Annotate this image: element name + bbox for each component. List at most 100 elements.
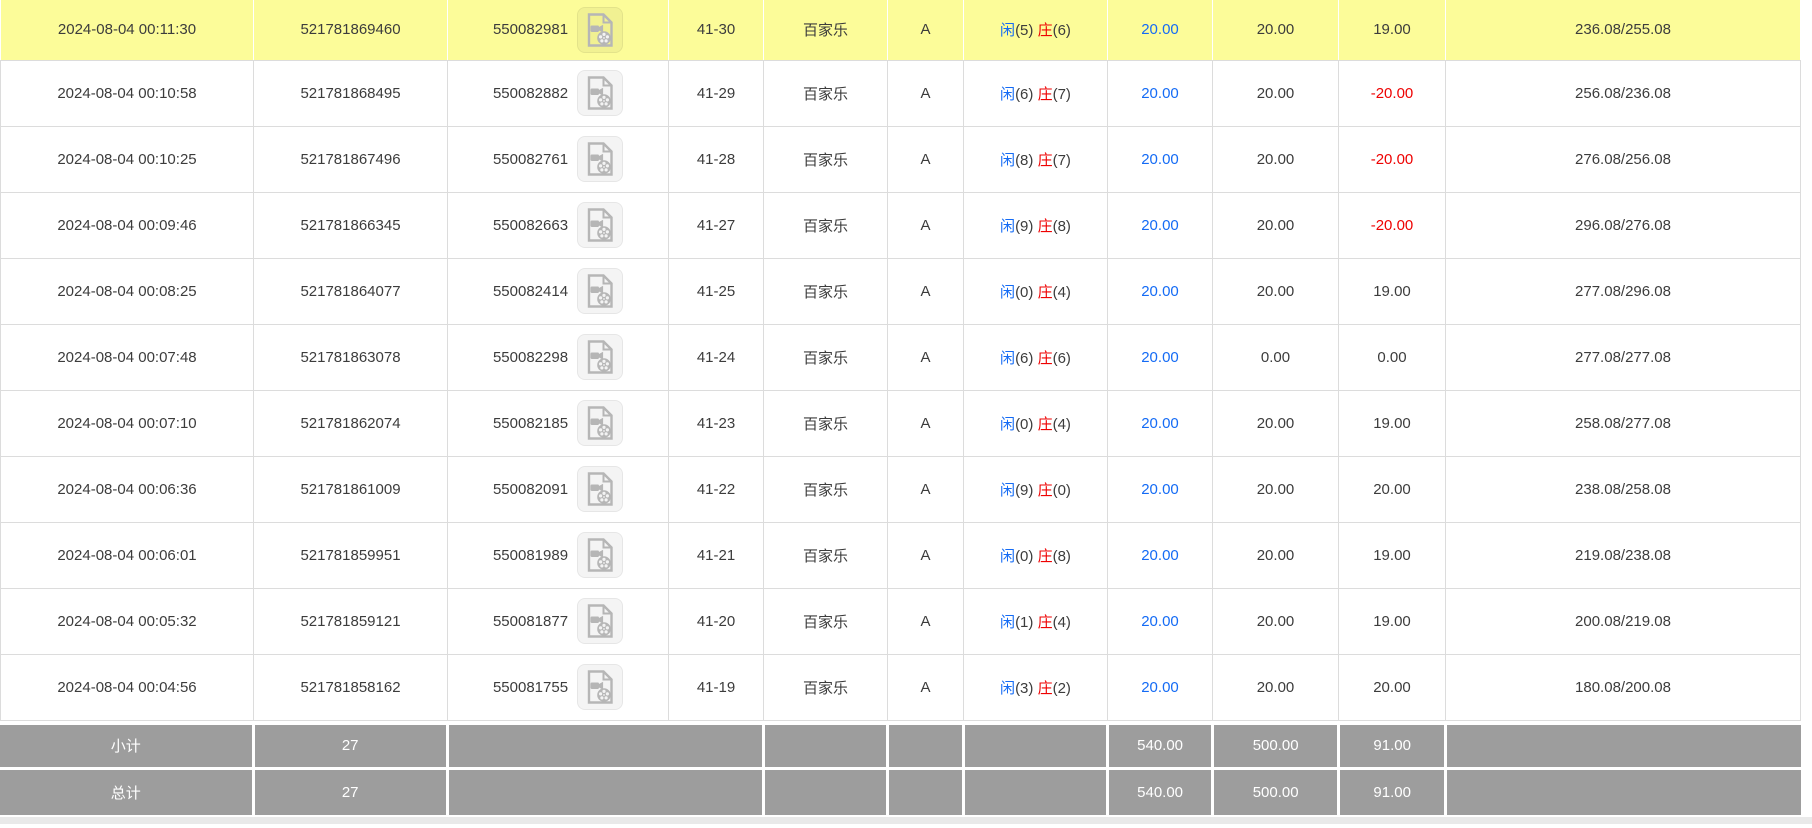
- round-id-wrap: 550082298: [448, 334, 668, 380]
- round-id-text: 550082663: [493, 217, 568, 234]
- video-replay-button[interactable]: [577, 70, 623, 116]
- table-row[interactable]: 2024-08-04 00:04:56 521781858162 5500817…: [1, 654, 1801, 720]
- table-row[interactable]: 2024-08-04 00:10:58 521781868495 5500828…: [1, 60, 1801, 126]
- cell-bet-time: 2024-08-04 00:10:58: [1, 60, 254, 126]
- total-empty-round: [447, 770, 763, 815]
- round-id-text: 550082882: [493, 85, 568, 102]
- round-id-wrap: 550082761: [448, 136, 668, 182]
- cell-round-id: 550082414: [448, 258, 669, 324]
- cell-bet-amount-link[interactable]: 20.00: [1108, 390, 1213, 456]
- table-row[interactable]: 2024-08-04 00:10:25 521781867496 5500827…: [1, 126, 1801, 192]
- result-banker-score: (4): [1053, 284, 1071, 301]
- round-id-wrap: 550081877: [448, 598, 668, 644]
- cell-win-loss: 19.00: [1339, 588, 1446, 654]
- round-id-wrap: 550081755: [448, 664, 668, 710]
- video-replay-button[interactable]: [577, 532, 623, 578]
- result-player-score: (8): [1015, 152, 1033, 169]
- cell-valid-amount: 20.00: [1213, 126, 1339, 192]
- subtotal-label: 小计: [0, 725, 253, 767]
- table-row[interactable]: 2024-08-04 00:06:36 521781861009 5500820…: [1, 456, 1801, 522]
- video-replay-button[interactable]: [577, 136, 623, 182]
- cell-game-type: 百家乐: [764, 258, 888, 324]
- cell-table-code: A: [888, 192, 964, 258]
- cell-bet-id: 521781863078: [254, 324, 448, 390]
- result-player-score: (6): [1015, 86, 1033, 103]
- subtotal-empty-game: [763, 725, 887, 767]
- result-banker-score: (2): [1053, 680, 1071, 697]
- table-row[interactable]: 2024-08-04 00:05:32 521781859121 5500818…: [1, 588, 1801, 654]
- table-row[interactable]: 2024-08-04 00:07:10 521781862074 5500821…: [1, 390, 1801, 456]
- table-row[interactable]: 2024-08-04 00:08:25 521781864077 5500824…: [1, 258, 1801, 324]
- bet-table-body: 2024-08-04 00:11:30 521781869460 5500829…: [1, 0, 1801, 720]
- cell-bet-amount-link[interactable]: 20.00: [1108, 258, 1213, 324]
- result-banker-label: 庄: [1038, 284, 1053, 301]
- table-row[interactable]: 2024-08-04 00:11:30 521781869460 5500829…: [1, 0, 1801, 60]
- cell-game-type: 百家乐: [764, 0, 888, 60]
- table-row[interactable]: 2024-08-04 00:06:01 521781859951 5500819…: [1, 522, 1801, 588]
- result-banker-label: 庄: [1038, 218, 1053, 235]
- total-valid-total: 500.00: [1213, 770, 1339, 815]
- cell-shoe-round: 41-27: [669, 192, 764, 258]
- cell-valid-amount: 20.00: [1213, 654, 1339, 720]
- cell-valid-amount: 0.00: [1213, 324, 1339, 390]
- cell-shoe-round: 41-28: [669, 126, 764, 192]
- result-player-score: (3): [1015, 680, 1033, 697]
- round-id-text: 550082761: [493, 151, 568, 168]
- video-file-icon: [585, 274, 615, 308]
- video-replay-button[interactable]: [577, 268, 623, 314]
- cell-table-code: A: [888, 258, 964, 324]
- video-replay-button[interactable]: [577, 400, 623, 446]
- cell-bet-time: 2024-08-04 00:06:01: [1, 522, 254, 588]
- cell-round-id: 550081989: [448, 522, 669, 588]
- cell-game-type: 百家乐: [764, 60, 888, 126]
- cell-bet-amount-link[interactable]: 20.00: [1108, 456, 1213, 522]
- video-replay-button[interactable]: [577, 7, 623, 53]
- cell-valid-amount: 20.00: [1213, 192, 1339, 258]
- total-bet-total: 540.00: [1108, 770, 1213, 815]
- cell-game-type: 百家乐: [764, 390, 888, 456]
- result-banker-label: 庄: [1038, 680, 1053, 697]
- total-empty-table: [887, 770, 963, 815]
- video-replay-button[interactable]: [577, 466, 623, 512]
- cell-table-code: A: [888, 456, 964, 522]
- cell-bet-amount-link[interactable]: 20.00: [1108, 60, 1213, 126]
- cell-shoe-round: 41-29: [669, 60, 764, 126]
- video-replay-button[interactable]: [577, 202, 623, 248]
- video-replay-button[interactable]: [577, 598, 623, 644]
- subtotal-count: 27: [253, 725, 447, 767]
- result-player-score: (0): [1015, 416, 1033, 433]
- cell-shoe-round: 41-19: [669, 654, 764, 720]
- cell-valid-amount: 20.00: [1213, 588, 1339, 654]
- cell-game-type: 百家乐: [764, 654, 888, 720]
- cell-bet-amount-link[interactable]: 20.00: [1108, 324, 1213, 390]
- cell-bet-id: 521781862074: [254, 390, 448, 456]
- cell-balance: 200.08/219.08: [1446, 588, 1801, 654]
- table-row[interactable]: 2024-08-04 00:07:48 521781863078 5500822…: [1, 324, 1801, 390]
- total-label: 总计: [0, 770, 253, 815]
- cell-win-loss: 19.00: [1339, 390, 1446, 456]
- cell-bet-amount-link[interactable]: 20.00: [1108, 654, 1213, 720]
- table-row[interactable]: 2024-08-04 00:09:46 521781866345 5500826…: [1, 192, 1801, 258]
- cell-bet-amount-link[interactable]: 20.00: [1108, 126, 1213, 192]
- cell-bet-amount-link[interactable]: 20.00: [1108, 192, 1213, 258]
- subtotal-empty-balance: [1446, 725, 1801, 767]
- result-player-label: 闲: [1000, 416, 1015, 433]
- video-replay-button[interactable]: [577, 334, 623, 380]
- result-player-label: 闲: [1000, 152, 1015, 169]
- video-file-icon: [585, 76, 615, 110]
- cell-game-type: 百家乐: [764, 522, 888, 588]
- result-banker-label: 庄: [1038, 482, 1053, 499]
- cell-bet-amount-link[interactable]: 20.00: [1108, 522, 1213, 588]
- subtotal-valid-total: 500.00: [1213, 725, 1339, 767]
- cell-shoe-round: 41-24: [669, 324, 764, 390]
- round-id-wrap: 550082185: [448, 400, 668, 446]
- cell-bet-id: 521781861009: [254, 456, 448, 522]
- subtotal-empty-result: [963, 725, 1107, 767]
- cell-result: 闲(9) 庄(0): [964, 456, 1108, 522]
- video-replay-button[interactable]: [577, 664, 623, 710]
- cell-bet-amount-link[interactable]: 20.00: [1108, 0, 1213, 60]
- cell-bet-time: 2024-08-04 00:09:46: [1, 192, 254, 258]
- total-winloss-total: 91.00: [1339, 770, 1446, 815]
- cell-round-id: 550082761: [448, 126, 669, 192]
- cell-bet-amount-link[interactable]: 20.00: [1108, 588, 1213, 654]
